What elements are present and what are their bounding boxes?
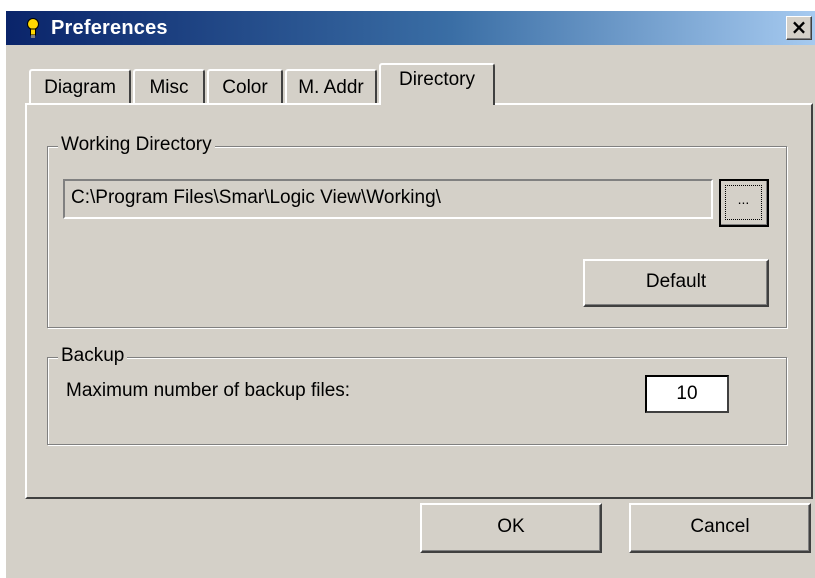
- window-title: Preferences: [51, 17, 168, 39]
- backup-group-label: Backup: [58, 345, 128, 367]
- default-button[interactable]: Default: [583, 259, 769, 307]
- max-backup-files-input[interactable]: 10: [645, 375, 729, 413]
- working-directory-group-label: Working Directory: [58, 134, 215, 156]
- browse-button-label: ...: [725, 185, 762, 220]
- close-button[interactable]: ×: [786, 16, 812, 40]
- max-backup-files-label: Maximum number of backup files:: [66, 380, 351, 401]
- cancel-button[interactable]: Cancel: [629, 503, 811, 553]
- tab-misc[interactable]: Misc: [133, 69, 205, 105]
- directory-tab-panel: Working Directory C:\Program Files\Smar\…: [25, 103, 813, 499]
- tab-diagram[interactable]: Diagram: [29, 69, 131, 105]
- active-tab-join: [381, 101, 493, 105]
- preferences-dialog: Preferences × Diagram Misc Color M. Addr…: [5, 10, 815, 578]
- ok-button[interactable]: OK: [420, 503, 602, 553]
- lightbulb-icon: [27, 18, 39, 38]
- working-directory-path-field[interactable]: C:\Program Files\Smar\Logic View\Working…: [63, 179, 713, 219]
- browse-button[interactable]: ...: [719, 179, 769, 227]
- title-bar[interactable]: Preferences ×: [6, 11, 815, 45]
- tab-directory[interactable]: Directory: [379, 63, 495, 105]
- tab-color[interactable]: Color: [207, 69, 283, 105]
- tab-m-addr[interactable]: M. Addr: [285, 69, 377, 105]
